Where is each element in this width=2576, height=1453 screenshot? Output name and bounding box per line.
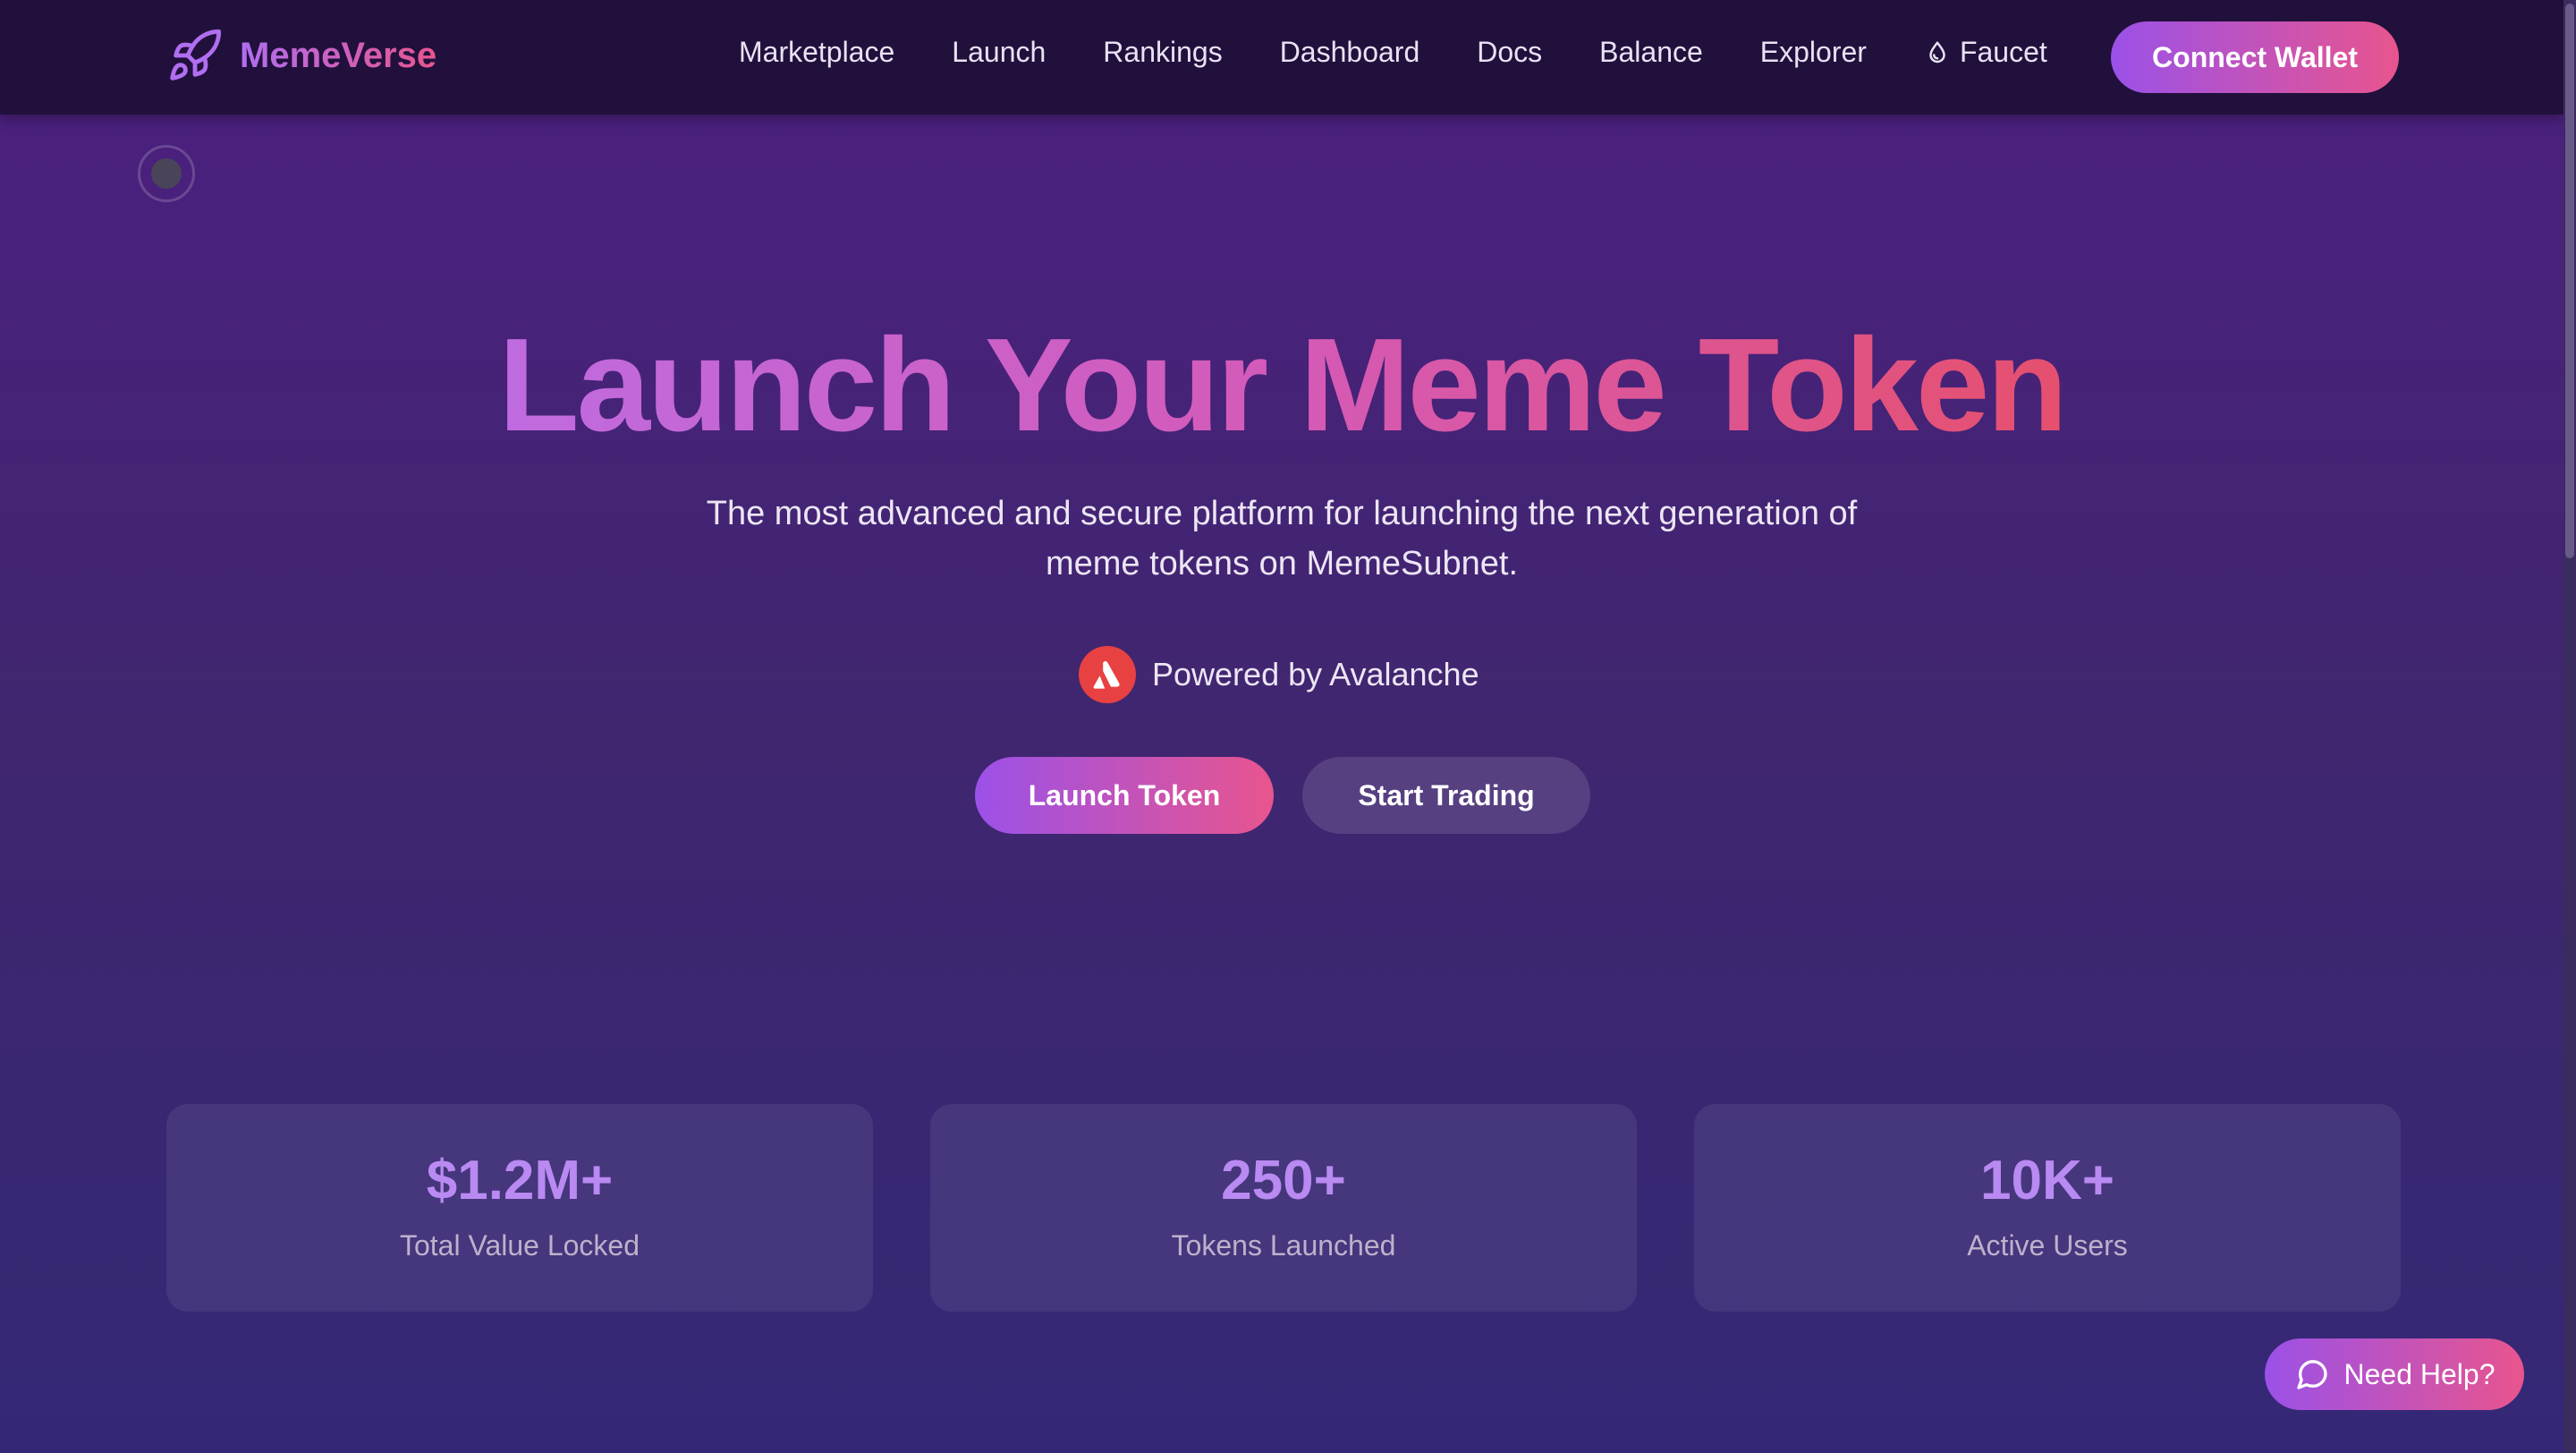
stat-label: Total Value Locked [399,1229,640,1262]
nav-docs[interactable]: Docs [1477,36,1542,69]
nav-launch[interactable]: Launch [952,36,1046,69]
rocket-icon [170,29,222,81]
stat-value: 10K+ [1980,1150,2114,1211]
start-trading-button[interactable]: Start Trading [1302,757,1590,834]
nav-faucet[interactable]: Faucet [1924,36,2047,69]
theme-toggle[interactable] [138,145,195,202]
droplet-icon [1929,41,1945,63]
hero-title-text: Launch Your Meme Token [498,311,2067,459]
main-nav: Marketplace Launch Rankings Dashboard Do… [739,36,2047,69]
stat-card-users: 10K+ Active Users [1694,1104,2401,1312]
connect-wallet-button[interactable]: Connect Wallet [2111,21,2399,93]
toggle-knob [151,158,182,189]
stat-card-tvl: $1.2M+ Total Value Locked [166,1104,873,1312]
nav-marketplace[interactable]: Marketplace [739,36,894,69]
need-help-label: Need Help? [2343,1357,2496,1390]
scrollbar-thumb[interactable] [2565,4,2574,558]
stat-label: Active Users [1967,1229,2128,1262]
powered-by-badge: Powered by Avalanche [1079,646,1479,703]
powered-by-text: Powered by Avalanche [1152,656,1479,693]
nav-explorer[interactable]: Explorer [1760,36,1867,69]
stat-label: Tokens Launched [1171,1229,1396,1262]
stat-card-tokens: 250+ Tokens Launched [930,1104,1637,1312]
nav-faucet-label: Faucet [1959,36,2047,68]
launch-token-button[interactable]: Launch Token [975,757,1274,834]
top-navbar: MemeVerse Marketplace Launch Rankings Da… [0,0,2563,115]
hero-subtitle: The most advanced and secure platform fo… [706,495,1858,582]
brand-logo[interactable]: MemeVerse [166,27,436,84]
hero-title: Launch Your Meme Token [0,310,2563,462]
need-help-button[interactable]: Need Help? [2265,1338,2524,1410]
nav-rankings[interactable]: Rankings [1103,36,1222,69]
nav-balance[interactable]: Balance [1599,36,1703,69]
nav-dashboard[interactable]: Dashboard [1280,36,1420,69]
avalanche-logo-icon [1079,646,1136,703]
chat-bubble-icon [2296,1360,2327,1389]
brand-name: MemeVerse [240,35,437,75]
stat-value: $1.2M+ [426,1150,614,1211]
stat-value: 250+ [1221,1150,1346,1211]
